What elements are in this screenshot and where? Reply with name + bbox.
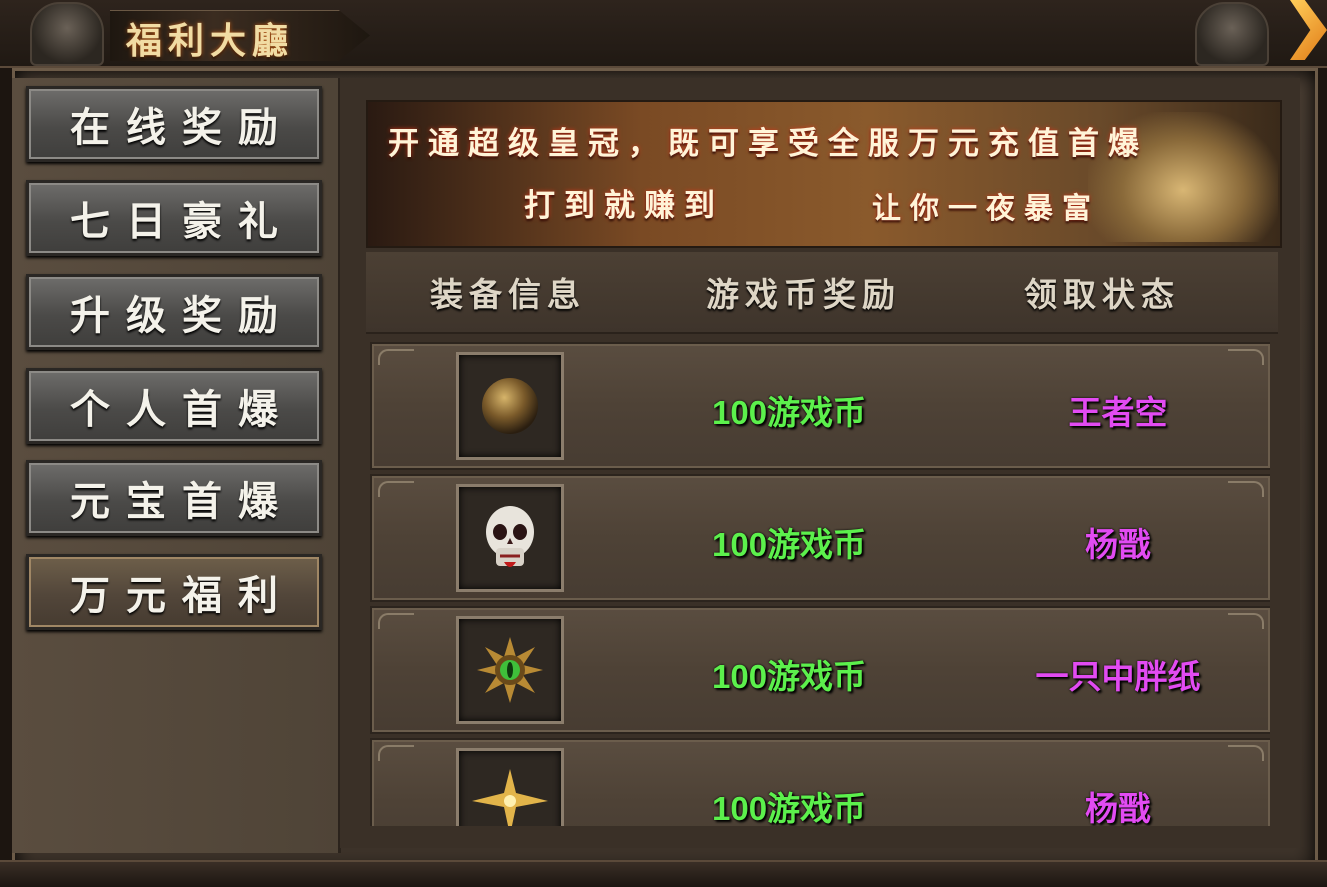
banner-headline: 开通超级皇冠，既可享受全服万元充值首爆: [388, 126, 1148, 162]
row-ornament: [1228, 745, 1264, 761]
sidebar-item-ingot-first-drop[interactable]: 元宝首爆: [26, 460, 322, 536]
reward-list[interactable]: 100游戏币 王者空 100游戏币 杨戬 100游戏币 一只中胖纸 100游戏币…: [370, 342, 1270, 826]
row-ornament: [378, 481, 414, 497]
sidebar-item-seven-day-gift[interactable]: 七日豪礼: [26, 180, 322, 256]
bottom-frame: [0, 860, 1327, 887]
table-row: 100游戏币 杨戬: [370, 738, 1270, 826]
column-header-status: 领取状态: [1024, 275, 1180, 314]
table-row: 100游戏币 杨戬: [370, 474, 1270, 602]
table-row: 100游戏币 一只中胖纸: [370, 606, 1270, 734]
claim-status-player: 杨戬: [1085, 790, 1151, 826]
item-slot[interactable]: [456, 616, 564, 724]
reward-amount: 100游戏币: [712, 658, 867, 695]
reward-amount: 100游戏币: [712, 394, 867, 431]
reward-amount: 100游戏币: [712, 790, 867, 826]
gold-star-icon: [472, 769, 548, 826]
claim-status-player: 一只中胖纸: [1035, 658, 1201, 695]
sidebar-item-personal-first-drop[interactable]: 个人首爆: [26, 368, 322, 444]
bronze-orb-icon: [482, 378, 538, 434]
claim-status-player: 王者空: [1068, 394, 1168, 431]
item-slot[interactable]: [456, 352, 564, 460]
row-ornament: [378, 349, 414, 365]
row-ornament: [378, 613, 414, 629]
row-ornament: [1228, 481, 1264, 497]
banner-slogan-right: 让你一夜暴富: [872, 191, 1101, 225]
dragon-ornament-left-icon: [30, 2, 104, 66]
green-eye-medallion-icon: [477, 637, 543, 703]
column-header-equipment: 装备信息: [430, 275, 586, 314]
row-ornament: [1228, 349, 1264, 365]
item-slot[interactable]: [456, 748, 564, 826]
banner-slogan-left: 打到就赚到: [524, 188, 724, 224]
window-title: 福利大廳: [126, 20, 295, 62]
sidebar-item-online-reward[interactable]: 在线奖励: [26, 86, 322, 162]
row-ornament: [1228, 613, 1264, 629]
skull-icon: [486, 506, 534, 567]
row-ornament: [378, 745, 414, 761]
dragon-ornament-right-icon: [1195, 2, 1269, 66]
column-header-reward: 游戏币奖励: [706, 275, 901, 314]
item-slot[interactable]: [456, 484, 564, 592]
sidebar-item-level-reward[interactable]: 升级奖励: [26, 274, 322, 350]
table-row: 100游戏币 王者空: [370, 342, 1270, 470]
sidebar-item-ten-thousand-welfare[interactable]: 万元福利: [26, 554, 322, 630]
reward-amount: 100游戏币: [712, 526, 867, 563]
claim-status-player: 杨戬: [1085, 526, 1151, 563]
